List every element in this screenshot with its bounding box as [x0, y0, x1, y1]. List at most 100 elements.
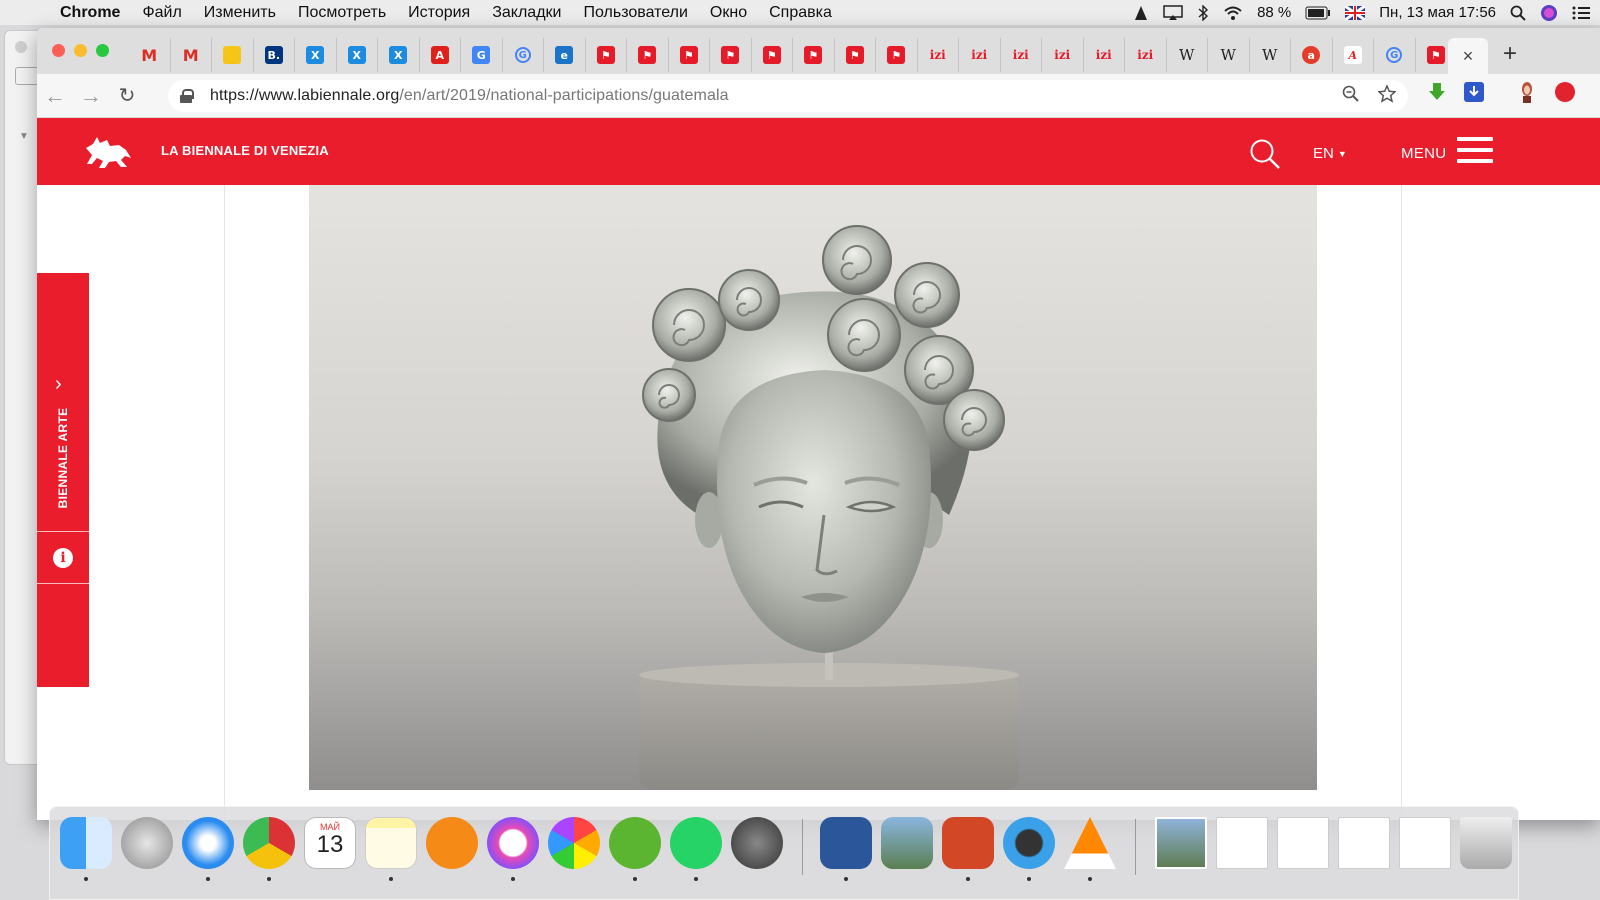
uk-flag-icon[interactable]	[1345, 5, 1366, 20]
menu-label[interactable]: MENU	[1401, 145, 1446, 162]
menubar-item-people[interactable]: Пользователи	[583, 4, 687, 22]
pinned-tab[interactable]: G	[461, 38, 503, 72]
chrome-icon[interactable]	[243, 817, 295, 869]
safari-icon[interactable]	[182, 817, 234, 869]
recent-document-icon[interactable]	[1155, 817, 1207, 869]
notification-center-icon[interactable]	[1572, 6, 1590, 20]
info-icon[interactable]: i	[53, 548, 73, 568]
recent-document-icon[interactable]	[1277, 817, 1329, 869]
back-icon[interactable]: ←	[37, 83, 73, 109]
whatsapp-icon[interactable]	[670, 817, 722, 869]
menubar-app-name[interactable]: Chrome	[60, 4, 120, 22]
pinned-tab[interactable]: izi	[959, 38, 1001, 72]
chevron-right-icon[interactable]: ›	[55, 373, 62, 396]
preview-icon[interactable]	[881, 817, 933, 869]
recent-document-icon[interactable]	[1338, 817, 1390, 869]
battery-icon[interactable]	[1305, 6, 1331, 20]
search-icon[interactable]	[1249, 138, 1281, 170]
system-preferences-icon[interactable]	[731, 817, 783, 869]
zoom-icon[interactable]	[1342, 85, 1360, 103]
wifi-icon[interactable]	[1223, 5, 1243, 21]
siri-icon[interactable]	[1540, 4, 1558, 22]
pinned-tab[interactable]: A	[1333, 38, 1374, 72]
photos-icon[interactable]	[548, 817, 600, 869]
pinned-tab[interactable]: ⚑	[669, 38, 710, 72]
vlc-icon[interactable]	[1064, 817, 1116, 869]
site-brand[interactable]: LA BIENNALE DI VENEZIA	[161, 143, 329, 158]
airplay-icon[interactable]	[1163, 4, 1183, 21]
pinned-tab[interactable]: izi	[1084, 38, 1125, 72]
address-bar[interactable]: https://www.labiennale.org/en/art/2019/n…	[168, 80, 1408, 112]
pinned-tab[interactable]: izi	[1042, 38, 1084, 72]
lock-icon[interactable]	[180, 89, 194, 103]
quicktime-icon[interactable]	[1003, 817, 1055, 869]
biennale-arte-sidebar[interactable]: › BIENNALE ARTE i	[37, 273, 89, 687]
pinned-tab[interactable]: ⚑	[876, 38, 918, 72]
menubar-datetime[interactable]: Пн, 13 мая 17:56	[1379, 4, 1496, 21]
trash-icon[interactable]	[1460, 817, 1512, 869]
pinned-tab[interactable]: izi	[918, 38, 959, 72]
pinned-tab[interactable]: X	[295, 38, 337, 72]
extension-icon[interactable]	[1555, 82, 1575, 102]
biennale-lion-logo-icon[interactable]	[83, 134, 133, 170]
pinned-tab[interactable]: X	[378, 38, 420, 72]
recent-document-icon[interactable]	[1399, 817, 1451, 869]
pinned-tab[interactable]: M	[129, 38, 171, 72]
menubar-item-window[interactable]: Окно	[710, 4, 747, 22]
pinned-tab[interactable]: ⚑	[835, 38, 876, 72]
finder-icon[interactable]	[60, 817, 112, 869]
pinned-tab[interactable]: ⚑	[752, 38, 793, 72]
pinned-tab[interactable]: izi	[1125, 38, 1167, 72]
powerpoint-icon[interactable]	[942, 817, 994, 869]
pinned-tab[interactable]: X	[337, 38, 378, 72]
language-selector[interactable]: EN ▼	[1313, 145, 1347, 162]
utorrent-icon[interactable]	[609, 817, 661, 869]
notes-icon[interactable]	[365, 817, 417, 869]
pinned-tab[interactable]: G	[1374, 38, 1416, 72]
spotlight-search-icon[interactable]	[1510, 5, 1526, 21]
bookmark-star-icon[interactable]	[1378, 85, 1396, 103]
pinned-tab[interactable]: ⚑	[627, 38, 669, 72]
new-tab-button[interactable]: +	[1503, 42, 1517, 66]
menubar-item-file[interactable]: Файл	[142, 4, 181, 22]
pinned-tab[interactable]: ⚑	[710, 38, 752, 72]
pinned-tab[interactable]: e	[544, 38, 586, 72]
pinned-tab[interactable]: ⚑	[793, 38, 835, 72]
pinned-tab[interactable]: A	[420, 38, 461, 72]
reload-icon[interactable]: ↻	[109, 83, 145, 108]
close-window-button[interactable]	[52, 44, 65, 57]
books-icon[interactable]	[426, 817, 478, 869]
save-extension-icon[interactable]	[1464, 82, 1484, 102]
word-icon[interactable]	[820, 817, 872, 869]
download-arrow-icon[interactable]	[1427, 82, 1447, 102]
pinned-tab[interactable]: W	[1167, 38, 1208, 72]
pinned-tab[interactable]: W	[1208, 38, 1250, 72]
menubar-item-history[interactable]: История	[408, 4, 470, 22]
pinned-tab[interactable]: ⚑	[586, 38, 627, 72]
forward-icon[interactable]: →	[73, 83, 109, 109]
minimize-window-button[interactable]	[74, 44, 87, 57]
calendar-icon[interactable]: МАЙ 13	[304, 817, 356, 869]
hamburger-menu-icon[interactable]	[1457, 137, 1493, 167]
itunes-icon[interactable]	[487, 817, 539, 869]
pinned-tab[interactable]: W	[1250, 38, 1291, 72]
menubar-item-edit[interactable]: Изменить	[204, 4, 276, 22]
recent-document-icon[interactable]	[1216, 817, 1268, 869]
close-tab-icon[interactable]: ×	[1463, 46, 1474, 67]
pinned-tab[interactable]: a	[1291, 38, 1333, 72]
vlc-status-icon[interactable]	[1133, 5, 1149, 21]
profile-avatar[interactable]	[1517, 82, 1537, 103]
url-text[interactable]: https://www.labiennale.org/en/art/2019/n…	[210, 87, 729, 105]
pinned-tab[interactable]: izi	[1001, 38, 1042, 72]
menubar-item-help[interactable]: Справка	[769, 4, 832, 22]
bluetooth-icon[interactable]	[1197, 4, 1209, 21]
menubar-item-bookmarks[interactable]: Закладки	[492, 4, 561, 22]
zoom-window-button[interactable]	[96, 44, 109, 57]
pinned-tab[interactable]: G	[503, 38, 544, 72]
menubar-item-view[interactable]: Посмотреть	[298, 4, 386, 22]
active-tab[interactable]: ×	[1448, 38, 1488, 74]
pinned-tab[interactable]: M	[171, 38, 212, 72]
pinned-tab[interactable]	[212, 38, 254, 72]
launchpad-icon[interactable]	[121, 817, 173, 869]
pinned-tab[interactable]: B.	[254, 38, 295, 72]
